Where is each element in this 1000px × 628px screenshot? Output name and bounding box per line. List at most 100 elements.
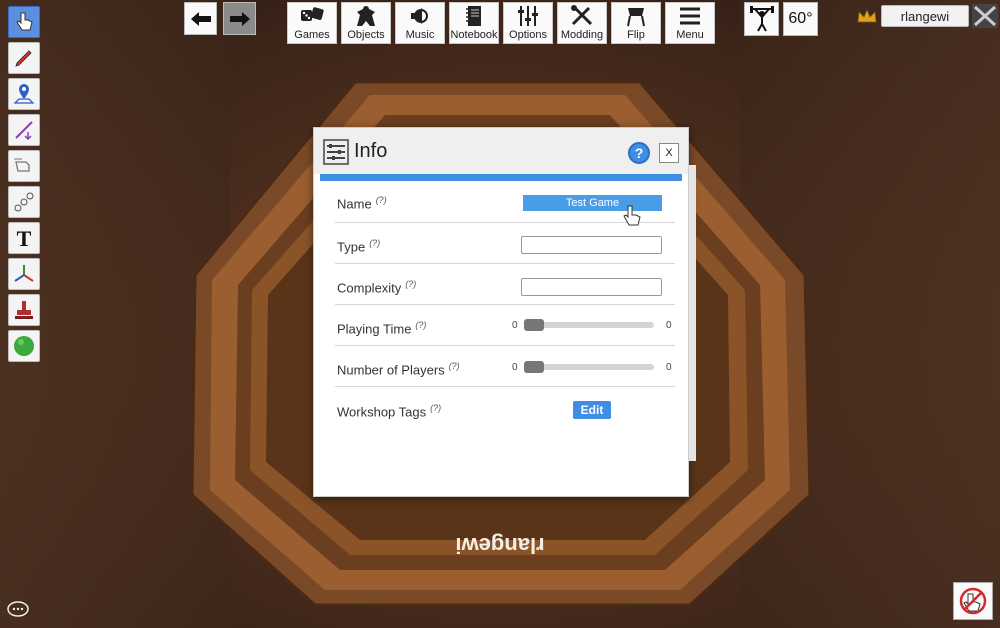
workshop-tags-row: Workshop Tags (?) Edit bbox=[335, 387, 675, 428]
type-input[interactable] bbox=[521, 236, 662, 254]
notebook-button[interactable]: Notebook bbox=[449, 2, 499, 44]
objects-button[interactable]: Objects bbox=[341, 2, 391, 44]
camera-lift-button[interactable] bbox=[744, 2, 779, 36]
notebook-label: Notebook bbox=[450, 29, 498, 41]
games-label: Games bbox=[294, 29, 330, 41]
flip-table-icon bbox=[627, 8, 645, 27]
info-dialog: Info ? X Name (?) Test Game Type (?) Compl… bbox=[313, 127, 689, 497]
workshop-tags-label: Workshop Tags bbox=[337, 404, 427, 420]
snap-tool[interactable] bbox=[8, 294, 40, 326]
help-icon: ? bbox=[634, 145, 644, 161]
playing-time-handle[interactable] bbox=[524, 319, 544, 331]
complexity-label: Complexity bbox=[337, 280, 402, 296]
num-players-max: 0 bbox=[666, 362, 672, 373]
playing-time-slider[interactable] bbox=[524, 319, 654, 331]
stamp-icon bbox=[15, 301, 33, 319]
gizmo-tool[interactable] bbox=[8, 258, 40, 290]
flick-tool[interactable] bbox=[8, 150, 40, 182]
complexity-value bbox=[522, 283, 525, 295]
speaker-icon bbox=[411, 8, 428, 24]
name-value: Test Game bbox=[565, 197, 620, 209]
dialog-header: Info ? X bbox=[314, 128, 688, 174]
flick-icon bbox=[14, 158, 30, 172]
axis-gizmo-icon bbox=[14, 265, 34, 282]
help-button[interactable]: ? bbox=[628, 142, 650, 164]
user-avatar[interactable] bbox=[972, 4, 998, 28]
music-label: Music bbox=[405, 29, 435, 41]
options-button[interactable]: Options bbox=[503, 2, 553, 44]
type-label: Type bbox=[337, 239, 366, 255]
complexity-help[interactable]: (?) bbox=[405, 279, 416, 289]
notebook-icon bbox=[466, 6, 481, 26]
type-row: Type (?) bbox=[335, 223, 675, 264]
pencil-icon bbox=[15, 50, 32, 67]
edit-tags-button[interactable]: Edit bbox=[573, 401, 611, 419]
num-players-slider[interactable] bbox=[524, 361, 654, 373]
edit-tags-label: Edit bbox=[580, 403, 604, 417]
rotation-angle-button[interactable]: 60° bbox=[783, 2, 818, 36]
text-icon: T bbox=[17, 226, 32, 250]
games-button[interactable]: Games bbox=[287, 2, 337, 44]
line-tool[interactable] bbox=[8, 114, 40, 146]
flip-button[interactable]: Flip bbox=[611, 2, 661, 44]
music-button[interactable]: Music bbox=[395, 2, 445, 44]
menu-button[interactable]: Menu bbox=[665, 2, 715, 44]
menu-label: Menu bbox=[676, 29, 704, 41]
user-name: rlangewi bbox=[900, 8, 950, 24]
objects-label: Objects bbox=[347, 29, 385, 41]
no-hand-icon bbox=[959, 587, 987, 615]
close-button[interactable]: X bbox=[659, 143, 679, 163]
meeple-icon bbox=[357, 6, 375, 26]
avatar-icon bbox=[973, 5, 997, 27]
color-tool[interactable] bbox=[8, 330, 40, 362]
chain-icon bbox=[14, 192, 34, 212]
redo-button[interactable] bbox=[223, 2, 256, 35]
grab-tool[interactable] bbox=[8, 6, 40, 38]
svg-text:T: T bbox=[17, 226, 32, 250]
sliders-icon bbox=[518, 6, 538, 26]
name-help[interactable]: (?) bbox=[376, 195, 387, 205]
playing-time-row: Playing Time (?) 0 0 bbox=[335, 305, 675, 346]
num-players-label: Number of Players bbox=[337, 362, 445, 378]
table-player-label: rlangewi bbox=[455, 533, 544, 558]
dialog-title: Info bbox=[354, 140, 388, 162]
hamburger-icon bbox=[680, 7, 700, 25]
num-players-help[interactable]: (?) bbox=[449, 361, 460, 371]
name-label: Name bbox=[337, 196, 372, 212]
playing-time-label: Playing Time bbox=[337, 321, 412, 337]
undo-button[interactable] bbox=[184, 2, 217, 35]
user-name-box[interactable]: rlangewi bbox=[881, 5, 969, 27]
left-toolbar: T bbox=[8, 6, 40, 362]
ping-tool[interactable] bbox=[8, 78, 40, 110]
name-row: Name (?) Test Game bbox=[335, 182, 675, 226]
num-players-row: Number of Players (?) 0 0 bbox=[335, 346, 675, 387]
arrow-right-icon bbox=[229, 11, 250, 26]
info-list-icon bbox=[323, 139, 349, 165]
flip-label: Flip bbox=[627, 29, 645, 41]
dialog-accent-bar bbox=[320, 174, 682, 181]
no-hands-button[interactable] bbox=[953, 582, 993, 620]
modding-button[interactable]: Modding bbox=[557, 2, 607, 44]
num-players-handle[interactable] bbox=[524, 361, 544, 373]
arrow-left-icon bbox=[190, 11, 211, 26]
type-value bbox=[522, 241, 525, 253]
playing-time-help[interactable]: (?) bbox=[415, 320, 426, 330]
dialog-scrollbar[interactable] bbox=[689, 165, 696, 461]
chat-icon[interactable] bbox=[6, 601, 30, 619]
close-icon: X bbox=[665, 147, 673, 159]
line-arrow-icon bbox=[15, 121, 33, 141]
type-help[interactable]: (?) bbox=[369, 238, 380, 248]
num-players-min: 0 bbox=[512, 362, 518, 373]
workshop-tags-help[interactable]: (?) bbox=[430, 403, 441, 413]
map-pin-icon bbox=[13, 84, 35, 104]
complexity-input[interactable] bbox=[521, 278, 662, 296]
modding-label: Modding bbox=[560, 29, 604, 41]
green-ball-icon bbox=[14, 336, 34, 356]
pen-tool[interactable] bbox=[8, 42, 40, 74]
joint-tool[interactable] bbox=[8, 186, 40, 218]
complexity-row: Complexity (?) bbox=[335, 264, 675, 305]
playing-time-max: 0 bbox=[666, 320, 672, 331]
tools-icon bbox=[571, 5, 593, 26]
hand-pointer-icon bbox=[16, 12, 33, 31]
text-tool[interactable]: T bbox=[8, 222, 40, 254]
